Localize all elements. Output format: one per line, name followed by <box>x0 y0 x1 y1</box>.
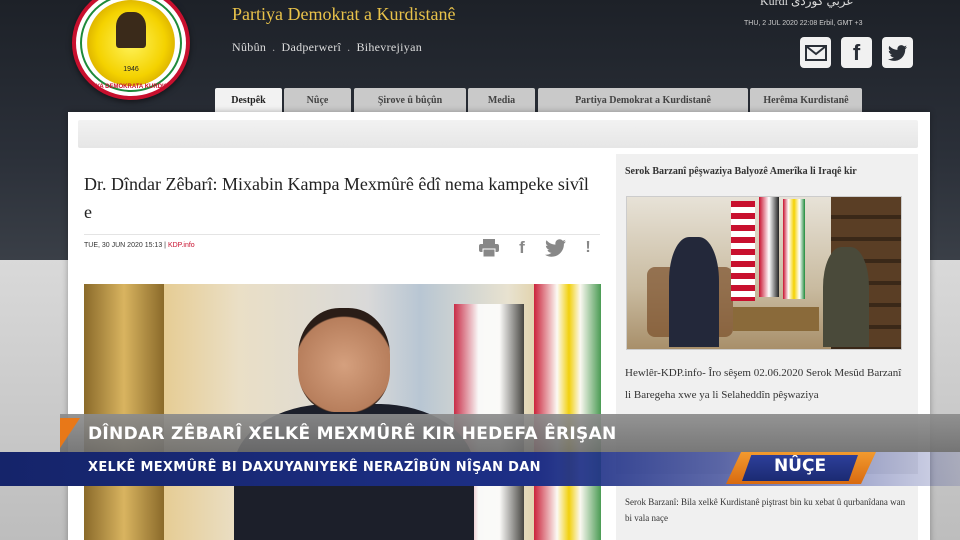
sidebar-headline-2[interactable]: Serok Barzanî: Bila xelkê Kurdistanê piş… <box>625 494 913 526</box>
twitter-icon[interactable] <box>882 37 913 68</box>
tab-destpek[interactable]: Destpêk <box>215 88 282 112</box>
photo-pillar <box>84 284 164 540</box>
sidebar-headline[interactable]: Serok Barzanî pêşwaziya Balyozê Amerîka … <box>625 166 915 177</box>
current-date: THU, 2 JUL 2020 22:08 Erbil, GMT +3 <box>744 20 863 27</box>
eagle-icon <box>116 12 146 48</box>
language-switcher[interactable]: Kurdî عربي کوردی <box>760 0 854 9</box>
divider <box>84 234 600 235</box>
slogan-item: Bihevrejiyan <box>356 40 423 54</box>
photo-flag-kurdistan <box>534 284 601 540</box>
photo-person-head <box>298 308 390 412</box>
facebook-icon[interactable]: f <box>841 37 872 68</box>
separator: . <box>272 40 276 54</box>
tab-region[interactable]: Herêma Kurdistanê <box>750 88 862 112</box>
article-date: TUE, 30 JUN 2020 15:13 <box>84 242 163 249</box>
sidebar-photo[interactable] <box>626 196 902 350</box>
kdp-logo[interactable]: 1946 PARTIYA DEMOKRATA KURDISTANÊ <box>72 0 190 100</box>
slogan-item: Dadperwerî <box>281 40 342 54</box>
tab-media[interactable]: Media <box>468 88 535 112</box>
separator: . <box>347 40 351 54</box>
site-slogan-nav: Nûbûn. Dadperwerî. Bihevrejiyan <box>232 40 422 55</box>
news-badge-label: NÛÇE <box>773 456 827 476</box>
article-title[interactable]: Dr. Dîndar Zêbarî: Mixabin Kampa Mexmûrê… <box>84 170 594 226</box>
logo-year: 1946 <box>123 66 139 73</box>
tab-sirove[interactable]: Şirove û bûçûn <box>354 88 466 112</box>
article-meta: TUE, 30 JUN 2020 15:13 | KDP.info <box>84 242 195 249</box>
article-source[interactable]: KDP.info <box>168 242 195 249</box>
tab-party[interactable]: Partiya Demokrat a Kurdistanê <box>538 88 748 112</box>
lower-third-headline: DÎNDAR ZÊBARÎ XELKÊ MEXMÛRÊ KIR HEDEFA Ê… <box>88 424 617 444</box>
meta-separator: | <box>164 242 166 249</box>
lower-third-subline: XELKÊ MEXMÛRÊ BI DAXUYANIYEKÊ NERAZÎBÛN … <box>88 460 541 475</box>
site-title[interactable]: Partiya Demokrat a Kurdistanê <box>232 4 455 25</box>
sidebar-excerpt: Hewlêr-KDP.info- Îro sêşem 02.06.2020 Se… <box>625 367 902 401</box>
logo-text: PARTIYA DEMOKRATA KURDISTANÊ <box>78 84 184 90</box>
slogan-item: Nûbûn <box>232 40 267 54</box>
facebook-icon[interactable]: f <box>514 238 530 258</box>
photo-flag-kurdistan <box>783 199 805 299</box>
mail-icon[interactable] <box>800 37 831 68</box>
print-icon[interactable] <box>478 238 500 258</box>
photo-person-right <box>823 247 869 347</box>
twitter-icon[interactable] <box>544 238 568 258</box>
photo-flag-us <box>731 201 755 301</box>
lower-third-accent <box>60 418 80 448</box>
photo-flag-iraq <box>759 197 779 297</box>
photo-person-left <box>669 237 719 347</box>
sub-navigation-bar <box>78 120 918 148</box>
report-icon[interactable]: ! <box>582 238 594 258</box>
photo-table <box>733 307 819 331</box>
tab-nuce[interactable]: Nûçe <box>284 88 351 112</box>
article-photo[interactable] <box>84 284 601 540</box>
